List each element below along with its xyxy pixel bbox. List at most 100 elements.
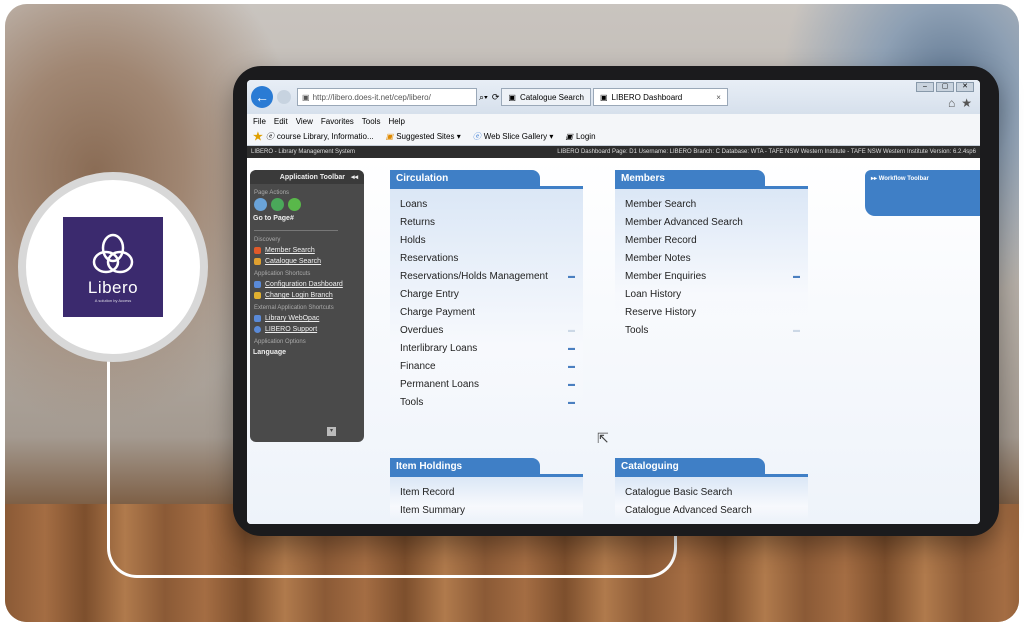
link-label: LIBERO Support [265, 326, 318, 333]
circulation-item[interactable]: Overdues ▬ [400, 321, 583, 339]
favorite-label: course Library, Informatio... [276, 132, 374, 141]
favorite-link[interactable]: ★ ⓔ course Library, Informatio... [253, 130, 374, 143]
logo-tagline: A solution by Access [94, 297, 132, 303]
configuration-dashboard-link[interactable]: Configuration Dashboard [254, 281, 364, 288]
expand-icon[interactable]: ▸▸ [871, 176, 877, 182]
search-icon[interactable]: ⌕▾ [479, 92, 488, 103]
divider [254, 230, 338, 231]
circulation-item[interactable]: Reservations/Holds Management ▬ [400, 267, 583, 285]
tab-label: LIBERO Dashboard [611, 92, 683, 102]
home-icon[interactable] [254, 198, 267, 211]
home-icon[interactable]: ⌂ [948, 96, 955, 110]
suggested-sites-link[interactable]: ▣ Suggested Sites ▾ [386, 132, 461, 141]
workflow-title: Workflow Toolbar [878, 176, 929, 182]
submenu-arrow-icon[interactable]: ▬ [568, 273, 575, 280]
catalogue-search-link[interactable]: Catalogue Search [254, 258, 364, 265]
submenu-arrow-icon[interactable]: ▬ [793, 273, 800, 280]
circulation-item[interactable]: Finance ▬ [400, 357, 583, 375]
menu-help[interactable]: Help [388, 117, 404, 126]
menu-item-label: Returns [400, 216, 436, 228]
toolbar-header: Application Toolbar ◂◂ [250, 170, 364, 184]
submenu-arrow-icon[interactable]: ▬ [793, 327, 800, 334]
item-holdings-menu: Item Record Item Summary [390, 477, 583, 519]
menu-item-label: Member Advanced Search [625, 216, 743, 228]
item-holdings-item[interactable]: Item Summary [400, 501, 583, 519]
submenu-arrow-icon[interactable]: ▬ [568, 345, 575, 352]
menu-item-label: Item Record [400, 486, 455, 498]
cataloguing-item[interactable]: Catalogue Basic Search [625, 483, 808, 501]
browser-toolbar: ← ▣ http://libero.does-it.net/cep/libero… [247, 80, 980, 114]
menu-tools[interactable]: Tools [362, 117, 381, 126]
goto-page-label[interactable]: Go to Page# [253, 215, 364, 222]
submenu-arrow-icon[interactable]: ▬ [568, 381, 575, 388]
members-item[interactable]: Member Record [625, 231, 808, 249]
submenu-arrow-icon[interactable]: ▬ [568, 363, 575, 370]
page-icon: ▣ [302, 92, 310, 102]
circulation-item[interactable]: Reservations [400, 249, 583, 267]
browser-icons: ⌂ ★ [948, 96, 972, 110]
circulation-item[interactable]: Tools ▬ [400, 393, 583, 411]
item-holdings-item[interactable]: Item Record [400, 483, 583, 501]
login-link[interactable]: ▣ Login [565, 132, 595, 141]
menu-item-label: Reserve History [625, 306, 697, 318]
circulation-item[interactable]: Holds [400, 231, 583, 249]
favorite-label: Suggested Sites ▾ [396, 132, 461, 141]
menu-view[interactable]: View [296, 117, 313, 126]
link-label: Catalogue Search [265, 258, 322, 265]
circulation-item[interactable]: Charge Payment [400, 303, 583, 321]
address-bar[interactable]: ▣ http://libero.does-it.net/cep/libero/ [297, 88, 477, 106]
ie-icon: ⓔ [472, 132, 481, 141]
members-item[interactable]: Reserve History [625, 303, 808, 321]
member-search-link[interactable]: Member Search [254, 247, 364, 254]
language-dropdown[interactable]: ▾ [327, 427, 336, 436]
libero-logo: Libero A solution by Access [63, 217, 163, 317]
web-slice-gallery-link[interactable]: ⓔ Web Slice Gallery ▾ [473, 131, 554, 142]
circulation-item[interactable]: Interlibrary Loans ▬ [400, 339, 583, 357]
workflow-toolbar[interactable]: ▸▸ Workflow Toolbar [865, 170, 980, 216]
members-item[interactable]: Tools ▬ [625, 321, 808, 339]
submenu-arrow-icon[interactable]: ▬ [568, 327, 575, 334]
menu-favorites[interactable]: Favorites [321, 117, 354, 126]
circulation-item[interactable]: Charge Entry [400, 285, 583, 303]
submenu-arrow-icon[interactable]: ▬ [568, 399, 575, 406]
library-webopac-link[interactable]: Library WebOpac [254, 315, 364, 322]
maximize-button[interactable]: ▢ [936, 82, 954, 92]
cataloguing-item[interactable]: Catalogue Advanced Search [625, 501, 808, 519]
minimize-button[interactable]: – [916, 82, 934, 92]
tab-libero-dashboard[interactable]: ▣ LIBERO Dashboard × [592, 88, 728, 106]
tab-catalogue-search[interactable]: ▣ Catalogue Search [501, 88, 591, 106]
members-menu: Member Search Member Advanced Search Membe… [615, 189, 808, 339]
menu-edit[interactable]: Edit [274, 117, 288, 126]
close-tab-icon[interactable]: × [716, 93, 721, 102]
forward-button[interactable] [277, 90, 291, 104]
logo-badge: Libero A solution by Access [18, 172, 208, 362]
section-shortcuts: Application Shortcuts [254, 271, 311, 277]
back-button[interactable]: ← [251, 86, 273, 108]
close-window-button[interactable]: ✕ [956, 82, 974, 92]
members-item[interactable]: Member Notes [625, 249, 808, 267]
members-item[interactable]: Member Search [625, 195, 808, 213]
help-icon[interactable] [288, 198, 301, 211]
members-item[interactable]: Member Enquiries ▬ [625, 267, 808, 285]
circulation-item[interactable]: Loans [400, 195, 583, 213]
refresh-icon[interactable]: ⟳ [492, 92, 500, 103]
circulation-item[interactable]: Permanent Loans ▬ [400, 375, 583, 393]
collapse-icon[interactable]: ◂◂ [351, 173, 358, 181]
branch-icon [254, 292, 261, 299]
circulation-item[interactable]: Returns [400, 213, 583, 231]
section-options: Application Options [254, 339, 306, 345]
members-item[interactable]: Member Advanced Search [625, 213, 808, 231]
members-item[interactable]: Loan History [625, 285, 808, 303]
tab-icon: ▣ [599, 92, 608, 102]
ie-icon: ⓔ [265, 132, 274, 141]
favorites-star-icon[interactable]: ★ [961, 96, 972, 110]
menu-item-label: Reservations [400, 252, 459, 264]
menu-item-label: Catalogue Advanced Search [625, 504, 752, 516]
change-login-branch-link[interactable]: Change Login Branch [254, 292, 364, 299]
members-panel: Members Member Search Member Advanced Sea… [615, 170, 808, 339]
favorite-label: Login [575, 132, 596, 141]
add-icon[interactable] [271, 198, 284, 211]
circulation-panel: Circulation Loans Returns Holds Reservation… [390, 170, 583, 411]
libero-support-link[interactable]: LIBERO Support [254, 326, 364, 333]
menu-file[interactable]: File [253, 117, 266, 126]
